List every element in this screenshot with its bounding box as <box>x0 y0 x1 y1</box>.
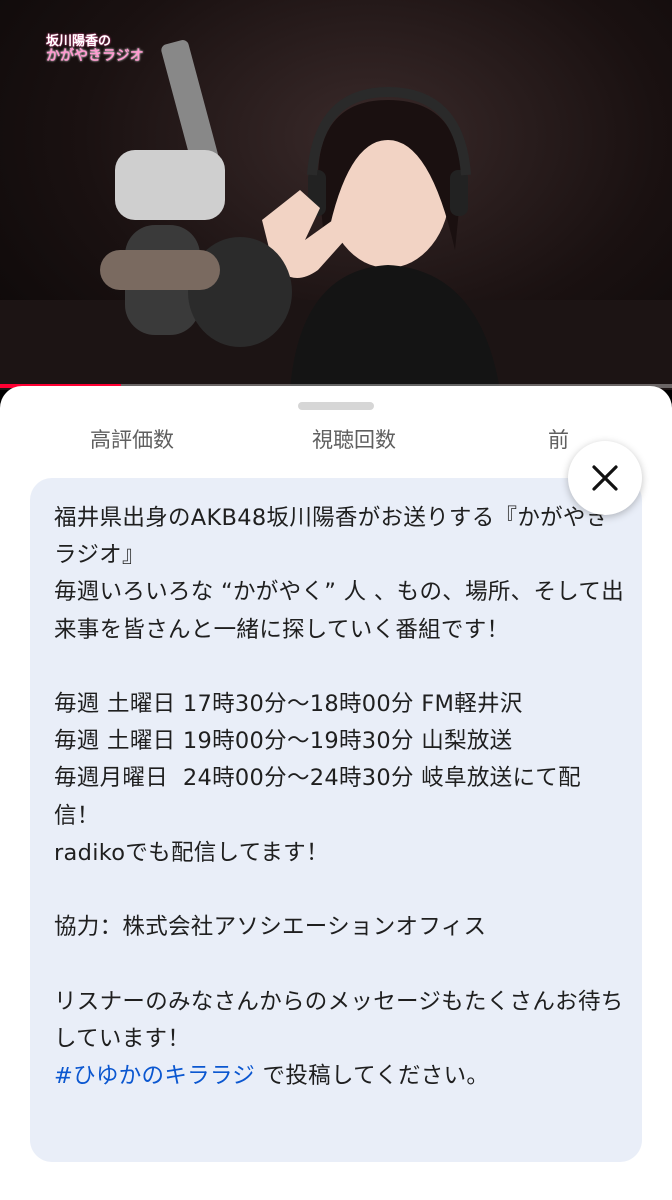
video-player[interactable]: 坂川陽香の かがやきラジオ <box>0 0 672 390</box>
description-sheet: 高評価数 視聴回数 前 福井県出身のAKB48坂川陽香がお送りする『かがやきラジ… <box>0 386 672 1200</box>
radiko-text: radikoでも配信してます！ <box>54 839 329 866</box>
hashtag-suffix: で投稿してください。 <box>255 1063 490 1090</box>
close-icon <box>592 465 618 491</box>
schedule-3: 毎週月曜日 24時00分〜24時30分 岐阜放送にて配信！ <box>54 765 581 829</box>
logo-line2: かがやきラジオ <box>46 48 144 64</box>
hashtag-link[interactable]: #ひゆかのキララジ <box>54 1063 255 1089</box>
show-logo: 坂川陽香の かがやきラジオ <box>42 30 158 64</box>
views-label: 視聴回数 <box>312 428 396 452</box>
drag-handle[interactable] <box>298 402 374 410</box>
description-text: 福井県出身のAKB48坂川陽香がお送りする『かがやきラジオ』 毎週いろいろな “… <box>54 500 624 1095</box>
date-label: 前 <box>548 428 569 452</box>
desc-line1: 福井県出身のAKB48坂川陽香がお送りする『かがやきラジオ』 <box>54 505 609 569</box>
close-button[interactable] <box>568 441 642 515</box>
desc-line2: 毎週いろいろな “かがやく” 人 、もの、場所、そして出来事を皆さんと一緒に探し… <box>54 579 624 643</box>
cooperation-text: 協力：株式会社アソシエーションオフィス <box>54 914 487 941</box>
description-box: 福井県出身のAKB48坂川陽香がお送りする『かがやきラジオ』 毎週いろいろな “… <box>30 478 642 1162</box>
schedule-2: 毎週 土曜日 19時00分〜19時30分 山梨放送 <box>54 728 513 755</box>
message-text: リスナーのみなさんからのメッセージもたくさんお待ちしています！ <box>54 988 624 1052</box>
likes-label: 高評価数 <box>90 428 174 452</box>
schedule-1: 毎週 土曜日 17時30分〜18時00分 FM軽井沢 <box>54 691 523 718</box>
